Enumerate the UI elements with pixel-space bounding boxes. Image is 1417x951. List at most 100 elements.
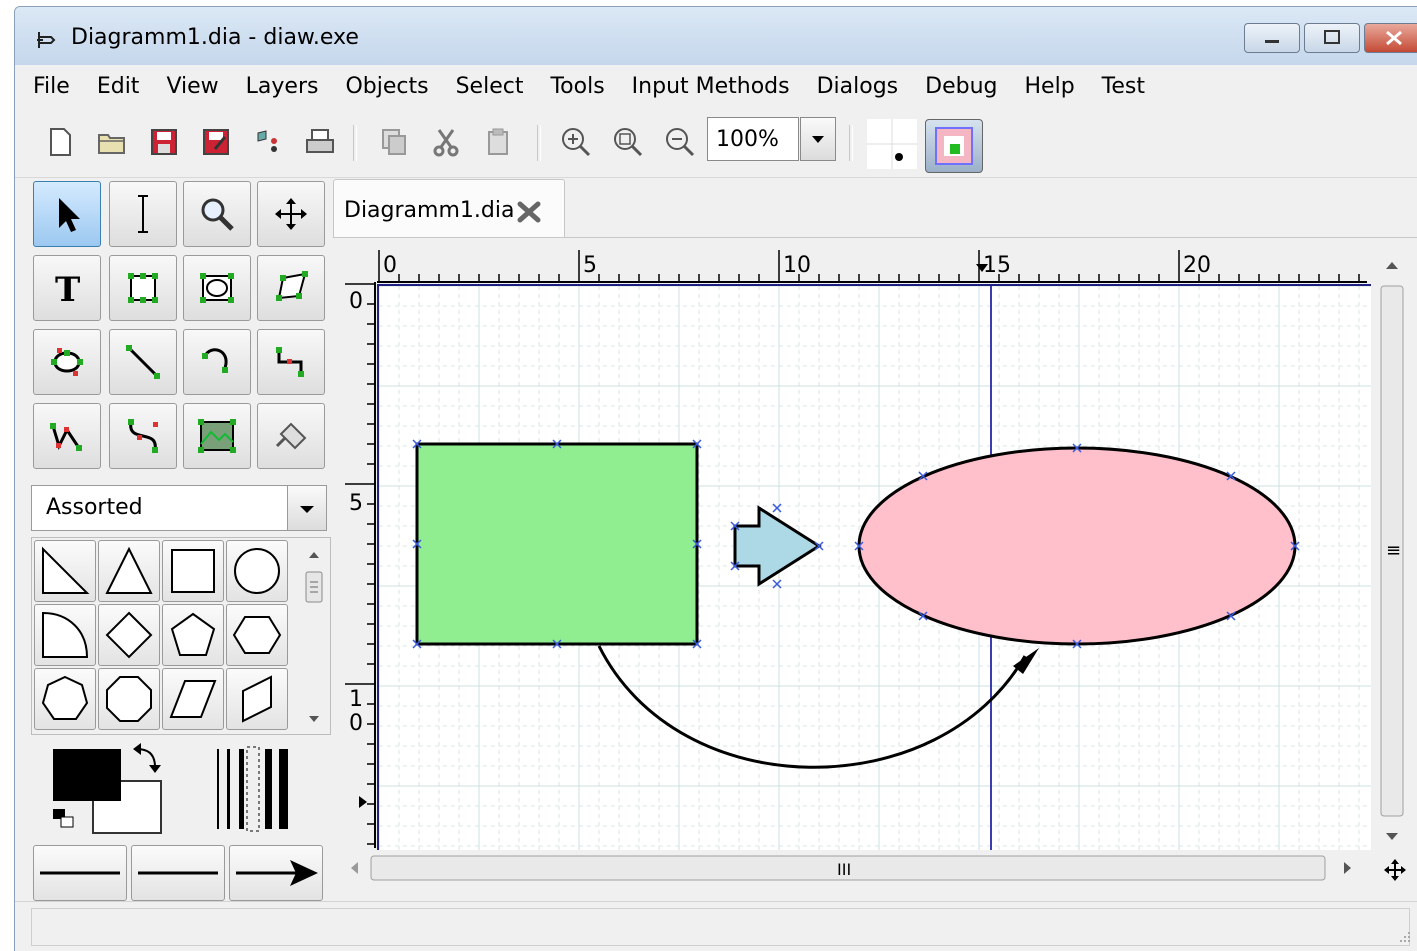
maximize-button[interactable]	[1304, 23, 1360, 53]
tool-zigzag[interactable]	[257, 329, 325, 395]
grid-snap-icon	[867, 119, 917, 169]
line-style-area	[31, 843, 331, 903]
horizontal-scrollbar[interactable]: III	[341, 852, 1371, 884]
tool-line[interactable]	[109, 329, 177, 395]
outline-tool-icon	[275, 422, 307, 450]
menu-select[interactable]: Select	[456, 74, 524, 99]
vertical-parallelogram-icon	[242, 675, 272, 723]
menu-tools[interactable]: Tools	[550, 74, 604, 99]
sheet-dropdown-button[interactable]	[287, 486, 326, 530]
ellipse-tool-icon	[200, 273, 234, 303]
new-document-icon	[50, 128, 71, 156]
menu-help[interactable]: Help	[1025, 74, 1075, 99]
drawing-canvas[interactable]	[377, 284, 1371, 850]
menu-objects[interactable]: Objects	[345, 74, 428, 99]
menu-edit[interactable]: Edit	[97, 74, 140, 99]
shape-pentagon[interactable]	[162, 604, 224, 666]
shape-quarter-circle[interactable]	[34, 604, 96, 666]
tool-scroll[interactable]	[257, 181, 325, 247]
shape-triangle[interactable]	[98, 540, 160, 602]
zoom-out-button[interactable]	[663, 125, 697, 159]
menu-layers[interactable]: Layers	[246, 74, 319, 99]
tool-polygon[interactable]	[257, 255, 325, 321]
tool-magnify[interactable]	[183, 181, 251, 247]
diagram-block-arrow[interactable]	[733, 505, 822, 587]
object-snap-icon	[935, 127, 973, 165]
ruler-label: 5	[349, 491, 363, 516]
save-button[interactable]	[147, 125, 181, 159]
zoom-out-icon	[666, 128, 695, 157]
box-tool-icon	[128, 273, 158, 303]
shape-right-triangle[interactable]	[34, 540, 96, 602]
tool-beziergon[interactable]	[33, 329, 101, 395]
tool-text-edit[interactable]	[109, 181, 177, 247]
cut-button[interactable]	[429, 125, 463, 159]
tool-polyline[interactable]	[33, 403, 101, 469]
move-arrows-icon	[275, 198, 307, 230]
shape-diamond[interactable]	[98, 604, 160, 666]
svg-text:T: T	[55, 270, 80, 308]
line-style-button[interactable]	[131, 845, 225, 901]
attributes-area	[31, 737, 331, 843]
snap-to-grid-toggle[interactable]	[867, 119, 917, 169]
navigation-move-icon[interactable]	[1383, 858, 1407, 882]
status-bar	[15, 901, 1417, 951]
new-button[interactable]	[43, 125, 77, 159]
diagram-arc-connector[interactable]	[597, 645, 1027, 769]
tool-arc[interactable]	[183, 329, 251, 395]
tool-modify[interactable]	[33, 181, 101, 247]
end-arrow-button[interactable]	[229, 845, 323, 901]
print-button[interactable]	[303, 125, 337, 159]
shape-heptagon[interactable]	[34, 668, 96, 730]
menu-input-methods[interactable]: Input Methods	[632, 74, 790, 99]
tool-ellipse[interactable]	[183, 255, 251, 321]
object-snap-toggle[interactable]	[925, 119, 983, 173]
menu-view[interactable]: View	[166, 74, 218, 99]
paste-button[interactable]	[481, 125, 515, 159]
zoom-input[interactable]: 100%	[707, 117, 799, 161]
zoom-fit-icon	[614, 128, 643, 157]
menu-debug[interactable]: Debug	[925, 74, 997, 99]
start-arrow-button[interactable]	[33, 845, 127, 901]
sheet-selector[interactable]: Assorted	[31, 485, 327, 531]
diagram-rectangle[interactable]	[415, 442, 699, 646]
tab-diagramm1[interactable]: Diagramm1.dia	[333, 179, 565, 238]
zoom-dropdown-button[interactable]	[800, 117, 836, 161]
export-button[interactable]	[251, 125, 285, 159]
copy-icon	[382, 129, 406, 155]
minimize-button[interactable]	[1244, 23, 1300, 53]
shape-palette-scrollbar[interactable]	[302, 542, 326, 730]
zoom-in-button[interactable]	[559, 125, 593, 159]
scroll-up-icon	[1386, 262, 1398, 269]
close-tab-icon[interactable]	[516, 200, 544, 224]
quarter-circle-icon	[42, 611, 89, 658]
menu-test[interactable]: Test	[1102, 74, 1145, 99]
image-tool-icon	[198, 419, 236, 453]
open-button[interactable]	[95, 125, 129, 159]
shape-hexagon[interactable]	[226, 604, 288, 666]
hexagon-icon	[232, 616, 282, 654]
menu-dialogs[interactable]: Dialogs	[817, 74, 899, 99]
shape-square[interactable]	[162, 540, 224, 602]
export-icon	[257, 130, 277, 152]
polyline-tool-icon	[50, 423, 82, 451]
tool-text[interactable]: T	[33, 255, 101, 321]
shape-octagon[interactable]	[98, 668, 160, 730]
copy-button[interactable]	[377, 125, 411, 159]
connection-point	[772, 579, 782, 589]
shape-circle[interactable]	[226, 540, 288, 602]
shape-rhombus-vertical[interactable]	[226, 668, 288, 730]
tool-outline[interactable]	[257, 403, 325, 469]
close-window-button[interactable]	[1364, 23, 1417, 53]
shape-parallelogram[interactable]	[162, 668, 224, 730]
vertical-scrollbar[interactable]: ≡	[1377, 250, 1407, 848]
tool-image[interactable]	[183, 403, 251, 469]
octagon-icon	[106, 676, 152, 722]
menu-file[interactable]: File	[33, 74, 70, 99]
tool-bezierline[interactable]	[109, 403, 177, 469]
save-as-button[interactable]	[199, 125, 233, 159]
zoom-fit-button[interactable]	[611, 125, 645, 159]
title-bar: Diagramm1.dia - diaw.exe	[15, 7, 1417, 65]
tool-box[interactable]	[109, 255, 177, 321]
resize-grip-icon[interactable]	[1396, 928, 1412, 944]
